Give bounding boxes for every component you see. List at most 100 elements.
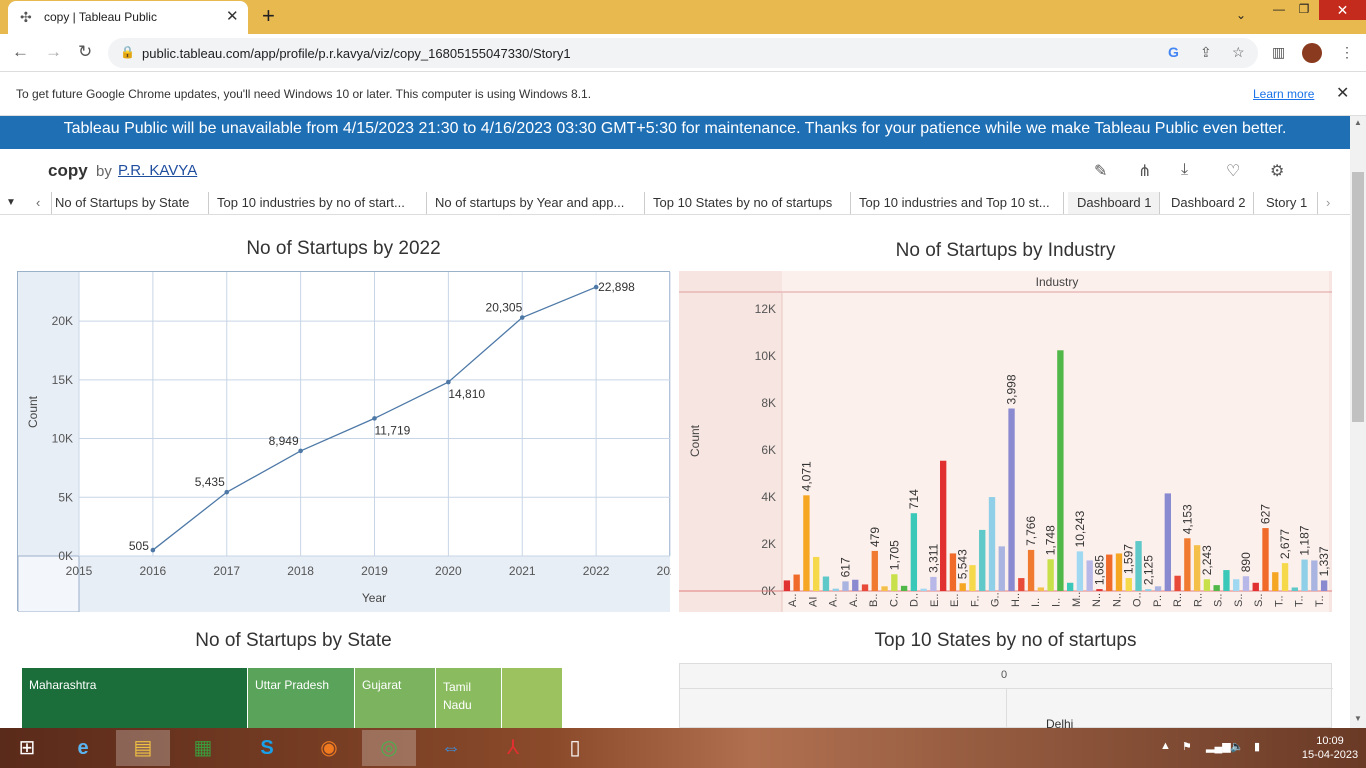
chrome-icon[interactable]: ◎ xyxy=(362,730,416,766)
line-point xyxy=(519,315,525,320)
x-tick-label: A.. xyxy=(848,594,860,607)
x-tick-label: O.. xyxy=(1132,592,1144,607)
state-treemap[interactable]: Maharashtra Uttar Pradesh Gujarat Tamil … xyxy=(22,668,563,728)
google-translate-icon[interactable]: G xyxy=(1168,44,1179,60)
scroll-up-icon[interactable]: ▲ xyxy=(1354,118,1362,127)
document-icon[interactable]: ▯ xyxy=(548,730,602,766)
tab-search-chevron-icon[interactable]: ⌄ xyxy=(1226,8,1256,28)
x-tick-label: S.. xyxy=(1233,594,1245,607)
industry-header: Industry xyxy=(1036,275,1079,289)
maintenance-banner: Tableau Public will be unavailable from … xyxy=(0,116,1350,149)
treemap-cell-other[interactable] xyxy=(502,668,563,728)
tray-expand-icon[interactable]: ▲ xyxy=(1160,740,1171,752)
share-nodes-icon[interactable]: ⋔ xyxy=(1138,161,1151,181)
acrobat-reader-icon[interactable]: ⅄ xyxy=(486,730,540,766)
chrome-menu-icon[interactable]: ⋮ xyxy=(1340,44,1354,61)
firefox-icon[interactable]: ◉ xyxy=(302,730,356,766)
reload-icon[interactable]: ↻ xyxy=(78,42,92,62)
battery-icon[interactable]: ▮ xyxy=(1254,740,1260,753)
browser-tab[interactable]: ✣ copy | Tableau Public ✕ xyxy=(8,1,248,34)
bar-value-label: 2,677 xyxy=(1278,529,1292,559)
story-point-3[interactable]: No of startups by Year and app... xyxy=(435,192,645,214)
story-next-icon[interactable]: › xyxy=(1320,192,1342,214)
treemap-cell-uttar-pradesh[interactable]: Uttar Pradesh xyxy=(248,668,355,728)
industry-bar xyxy=(920,588,927,591)
url-field[interactable]: 🔒 public.tableau.com/app/profile/p.r.kav… xyxy=(108,38,1258,68)
network-flag-icon[interactable]: ⚑ xyxy=(1182,740,1192,753)
y-tick-label: 12K xyxy=(755,302,776,316)
back-icon[interactable]: ← xyxy=(12,42,29,62)
y-tick-label: 5K xyxy=(58,490,73,504)
bar-value-label: 4,071 xyxy=(799,461,813,491)
y-tick-label: 4K xyxy=(761,490,776,504)
bar-value-label: 5,543 xyxy=(956,549,970,579)
y-tick-label: 10K xyxy=(755,349,776,363)
settings-gear-icon[interactable]: ⚙ xyxy=(1270,161,1284,181)
signal-icon[interactable]: ▂▄▆ xyxy=(1206,740,1231,753)
windows-store-icon[interactable]: ▦ xyxy=(176,730,230,766)
x-tick-label: 2021 xyxy=(509,564,536,578)
x-tick-label: I.. xyxy=(1030,598,1042,607)
skype-icon[interactable]: S xyxy=(240,730,294,766)
forward-icon[interactable]: → xyxy=(45,42,62,62)
story-point-4[interactable]: Top 10 States by no of startups xyxy=(653,192,851,214)
top10-states-chart[interactable]: 0 Delhi xyxy=(679,663,1333,731)
story-point-6[interactable]: Dashboard 1 xyxy=(1068,192,1160,214)
treemap-cell-tamil-nadu[interactable]: Tamil Nadu xyxy=(436,668,502,728)
industry-bar xyxy=(871,550,878,591)
favorite-icon[interactable]: ♡ xyxy=(1226,161,1240,181)
story-point-8[interactable]: Story 1 xyxy=(1258,192,1318,214)
line-point xyxy=(150,547,156,553)
learn-more-link[interactable]: Learn more xyxy=(1253,87,1314,101)
teamviewer-icon[interactable]: ⇔ xyxy=(424,730,478,766)
file-explorer-icon[interactable]: ▤ xyxy=(116,730,170,766)
x-tick-label: T.. xyxy=(1294,595,1306,607)
top10-axis-zero: 0 xyxy=(1001,669,1008,681)
bar-value-label: 3,998 xyxy=(1005,374,1019,404)
treemap-cell-maharashtra[interactable]: Maharashtra xyxy=(22,668,248,728)
industry-bar xyxy=(959,583,966,591)
top10-chart-title: Top 10 States by no of startups xyxy=(874,630,1137,651)
side-panel-icon[interactable]: ▥ xyxy=(1272,44,1285,61)
y-tick-label: 6K xyxy=(761,443,776,457)
bar-value-label: 1,337 xyxy=(1317,546,1331,576)
bar-value-label: 714 xyxy=(907,489,921,509)
bookmark-star-icon[interactable]: ☆ xyxy=(1232,44,1245,61)
story-prev-icon[interactable]: ‹ xyxy=(32,192,52,214)
industry-bar xyxy=(1145,589,1152,591)
page-scrollbar[interactable]: ▲ ▼ xyxy=(1350,116,1366,728)
share-icon[interactable]: ⇪ xyxy=(1200,44,1212,61)
windows-start-icon[interactable]: ⊞ xyxy=(0,730,54,766)
story-point-2[interactable]: Top 10 industries by no of start... xyxy=(217,192,427,214)
viz-name: copy xyxy=(48,161,88,180)
treemap-cell-gujarat[interactable]: Gujarat xyxy=(355,668,436,728)
story-point-1[interactable]: No of Startups by State xyxy=(55,192,209,214)
industry-bar xyxy=(1125,578,1132,591)
taskbar-clock[interactable]: 10:09 15-04-2023 xyxy=(1300,734,1360,762)
tab-close-icon[interactable]: ✕ xyxy=(226,7,239,25)
industry-bar xyxy=(939,460,947,591)
x-tick-label: E.. xyxy=(929,594,941,607)
industry-bar xyxy=(1203,579,1211,591)
line-chart[interactable]: 0K 5K 10K 15K 20K 2015 2016 2017 2018 2019 2020 202… xyxy=(17,271,684,613)
industry-bar xyxy=(1262,528,1269,591)
industry-bar-chart[interactable]: Industry 0K 2K 4K 6K 8K 10K 12K Count 4,071 617 479… xyxy=(679,271,1332,612)
scrollbar-thumb[interactable] xyxy=(1352,172,1364,422)
volume-icon[interactable]: 🔈 xyxy=(1230,740,1244,753)
author-link[interactable]: P.R. KAVYA xyxy=(118,162,197,179)
infobar-close-icon[interactable]: ✕ xyxy=(1336,83,1349,103)
story-point-7[interactable]: Dashboard 2 xyxy=(1164,192,1254,214)
internet-explorer-icon[interactable]: e xyxy=(56,730,110,766)
edit-icon[interactable]: ✎ xyxy=(1094,161,1107,181)
profile-avatar[interactable] xyxy=(1302,43,1322,63)
download-icon[interactable]: ⤓ xyxy=(1181,161,1188,179)
scroll-down-icon[interactable]: ▼ xyxy=(1354,714,1362,723)
update-infobar: To get future Google Chrome updates, you… xyxy=(0,72,1366,116)
restore-icon[interactable]: ❐ xyxy=(1289,2,1319,22)
story-menu-dropdown-icon[interactable]: ▼ xyxy=(6,192,30,214)
industry-bar xyxy=(910,513,918,591)
window-close-icon[interactable]: ✕ xyxy=(1319,0,1366,20)
y-tick-label: 10K xyxy=(52,432,73,446)
new-tab-icon[interactable]: + xyxy=(262,3,275,29)
story-point-5[interactable]: Top 10 industries and Top 10 st... xyxy=(859,192,1064,214)
